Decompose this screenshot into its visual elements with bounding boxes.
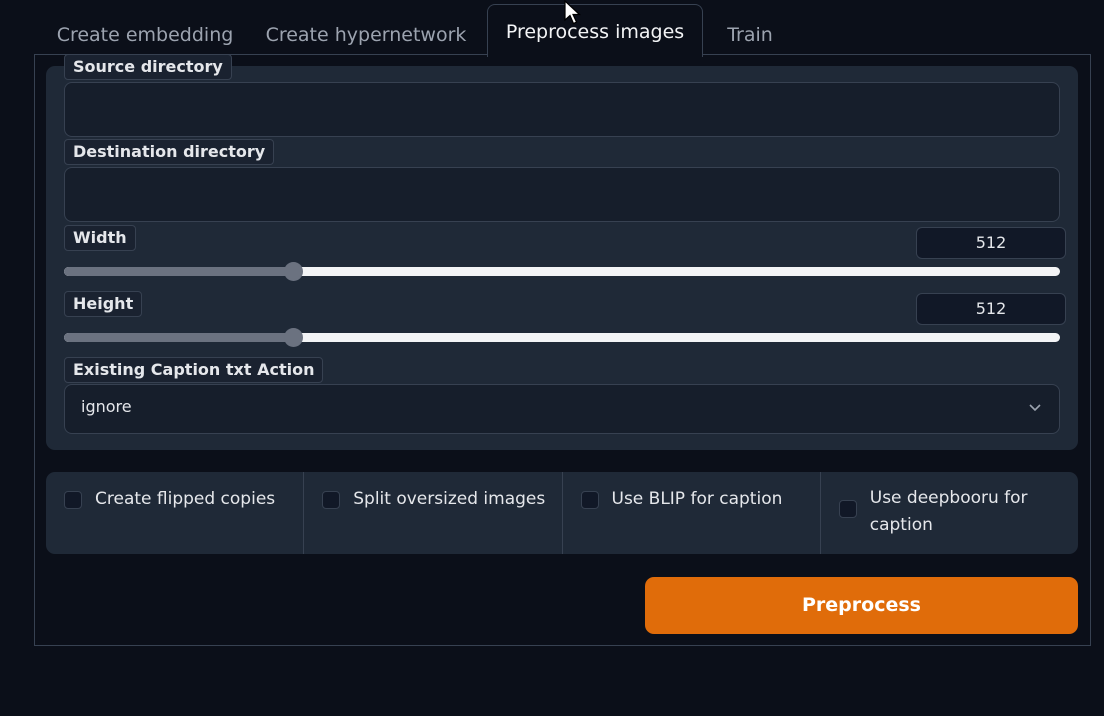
mouse-cursor-icon [563,0,583,30]
tab-train[interactable]: Train [714,14,786,56]
tab-preprocess-images[interactable]: Preprocess images [487,4,703,57]
tab-create-hypernetwork[interactable]: Create hypernetwork [262,14,470,56]
tab-panel [34,54,1091,646]
tab-create-embedding[interactable]: Create embedding [40,14,250,56]
